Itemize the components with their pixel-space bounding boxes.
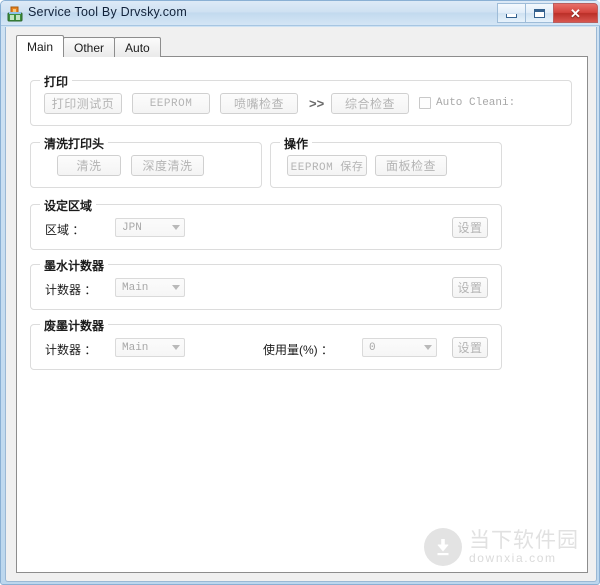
eeprom-button[interactable]: EEPROM bbox=[132, 93, 210, 114]
nozzle-check-button[interactable]: 喷嘴检查 bbox=[220, 93, 298, 114]
ink-counter-set-label: 设置 bbox=[457, 281, 483, 295]
region-set-label: 设置 bbox=[457, 221, 483, 235]
region-set-button[interactable]: 设置 bbox=[452, 217, 488, 238]
tab-other-label: Other bbox=[74, 40, 105, 55]
nozzle-check-label: 喷嘴检查 bbox=[233, 97, 284, 111]
group-clean-head: 清洗打印头 清洗 深度清洗 bbox=[30, 135, 262, 188]
print-test-page-label: 打印测试页 bbox=[51, 97, 115, 111]
group-print: 打印 打印测试页 EEPROM 喷嘴检查 >> 综合检查 Auto Cleani… bbox=[30, 73, 572, 126]
waste-usage-label: 使用量(%) ： bbox=[263, 343, 333, 357]
panel-check-label: 面板检查 bbox=[385, 159, 436, 173]
auto-cleaning-checkbox-box[interactable] bbox=[419, 97, 431, 109]
waste-counter-combobox-value: Main bbox=[122, 341, 149, 354]
tab-other[interactable]: Other bbox=[63, 37, 116, 57]
tab-auto[interactable]: Auto bbox=[114, 37, 161, 57]
deep-clean-label: 深度清洗 bbox=[142, 159, 193, 173]
waste-usage-combobox[interactable]: 0 bbox=[362, 338, 437, 357]
close-button[interactable]: ✕ bbox=[553, 3, 598, 23]
group-clean-head-title: 清洗打印头 bbox=[40, 135, 109, 152]
group-waste-ink-counter-title: 废墨计数器 bbox=[40, 317, 109, 334]
ink-counter-set-button[interactable]: 设置 bbox=[452, 277, 488, 298]
minimize-button[interactable] bbox=[497, 3, 525, 23]
group-region: 设定区域 区域 ： JPN 设置 bbox=[30, 197, 502, 250]
ink-counter-combobox[interactable]: Main bbox=[115, 278, 185, 297]
region-field-label: 区域 ： bbox=[45, 223, 85, 237]
auto-cleaning-checkbox[interactable]: Auto Cleani: bbox=[419, 97, 515, 109]
group-operation: 操作 EEPROM 保存 面板检查 bbox=[270, 135, 502, 188]
auto-cleaning-label: Auto Cleani: bbox=[436, 97, 516, 109]
group-region-title: 设定区域 bbox=[40, 197, 97, 214]
chevron-double-right-icon: >> bbox=[309, 96, 325, 111]
waste-usage-combobox-value: 0 bbox=[369, 341, 376, 354]
group-ink-counter: 墨水计数器 计数器 ： Main 设置 bbox=[30, 257, 502, 310]
tab-main-label: Main bbox=[27, 39, 54, 54]
watermark-subtitle: downxia.com bbox=[469, 550, 557, 565]
tab-main[interactable]: Main bbox=[16, 35, 65, 57]
watermark-text: 当下软件园 downxia.com bbox=[469, 528, 579, 565]
ink-counter-field-label: 计数器 ： bbox=[45, 283, 97, 297]
watermark-title: 当下软件园 bbox=[469, 528, 579, 552]
comprehensive-check-button[interactable]: 综合检查 bbox=[331, 93, 409, 114]
group-operation-title: 操作 bbox=[280, 135, 313, 152]
client-area: Main Other Auto 打印 打印测试页 EEPROM 喷嘴检查 >> … bbox=[5, 27, 597, 582]
chevron-down-icon[interactable] bbox=[168, 219, 184, 236]
chevron-down-icon[interactable] bbox=[420, 339, 436, 356]
close-icon: ✕ bbox=[570, 5, 581, 21]
site-watermark: 当下软件园 downxia.com bbox=[424, 528, 579, 566]
eeprom-label: EEPROM bbox=[149, 97, 193, 110]
window-controls: ✕ bbox=[497, 3, 598, 24]
group-ink-counter-title: 墨水计数器 bbox=[40, 257, 109, 274]
tab-strip: Main Other Auto bbox=[16, 35, 588, 57]
ink-counter-combobox-value: Main bbox=[122, 281, 149, 294]
tab-page-main: 打印 打印测试页 EEPROM 喷嘴检查 >> 综合检查 Auto Cleani… bbox=[16, 56, 588, 573]
download-arrow-icon bbox=[424, 528, 462, 566]
eeprom-save-button[interactable]: EEPROM 保存 bbox=[287, 155, 367, 176]
group-waste-ink-counter: 废墨计数器 计数器 ： Main 使用量(%) ： 0 设置 bbox=[30, 317, 502, 370]
deep-clean-button[interactable]: 深度清洗 bbox=[131, 155, 204, 176]
print-test-page-button[interactable]: 打印测试页 bbox=[44, 93, 122, 114]
chevron-down-icon[interactable] bbox=[168, 339, 184, 356]
clean-button[interactable]: 清洗 bbox=[57, 155, 121, 176]
waste-counter-combobox[interactable]: Main bbox=[115, 338, 185, 357]
comprehensive-check-label: 综合检查 bbox=[344, 97, 395, 111]
window-title: Service Tool By Drvsky.com bbox=[28, 5, 187, 19]
chevron-down-icon[interactable] bbox=[168, 279, 184, 296]
minimize-icon bbox=[506, 13, 517, 18]
application-window: Service Tool By Drvsky.com ✕ Main Other … bbox=[0, 0, 600, 585]
title-bar[interactable]: Service Tool By Drvsky.com ✕ bbox=[1, 1, 600, 26]
waste-counter-set-button[interactable]: 设置 bbox=[452, 337, 488, 358]
clean-label: 清洗 bbox=[76, 159, 102, 173]
maximize-icon bbox=[534, 8, 545, 18]
maximize-button[interactable] bbox=[525, 3, 553, 23]
panel-check-button[interactable]: 面板检查 bbox=[375, 155, 447, 176]
waste-counter-field-label: 计数器 ： bbox=[45, 343, 97, 357]
region-combobox-value: JPN bbox=[122, 221, 142, 234]
eeprom-save-label: EEPROM 保存 bbox=[290, 161, 364, 174]
printer-app-icon bbox=[7, 6, 23, 22]
region-combobox[interactable]: JPN bbox=[115, 218, 185, 237]
tab-auto-label: Auto bbox=[125, 40, 150, 55]
waste-counter-set-label: 设置 bbox=[457, 341, 483, 355]
group-print-title: 打印 bbox=[40, 73, 73, 90]
